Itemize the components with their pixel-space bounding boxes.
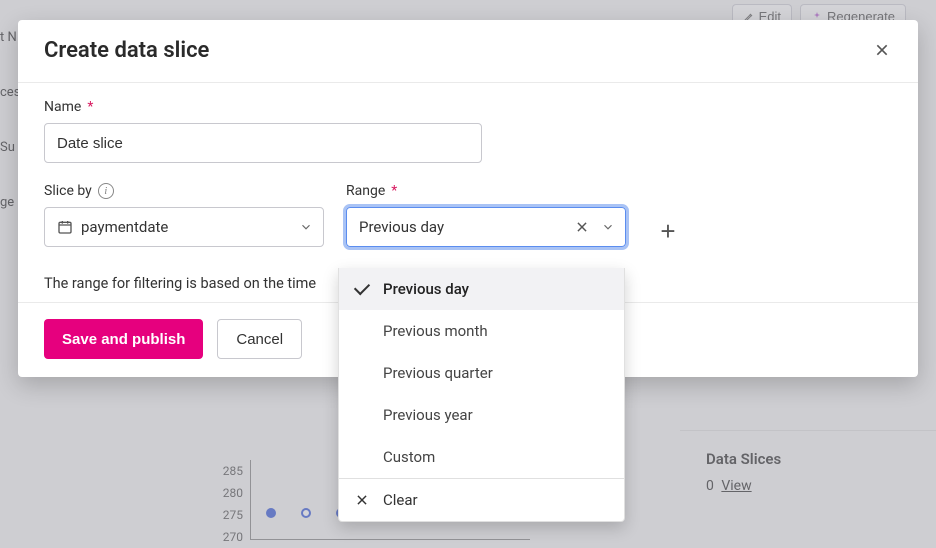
name-input[interactable] [44, 123, 482, 163]
plus-icon: + [660, 216, 675, 247]
range-dropdown: Previous day Previous month Previous qua… [338, 268, 625, 522]
dropdown-clear[interactable]: Clear [339, 479, 624, 521]
dropdown-option-custom[interactable]: Custom [339, 436, 624, 478]
modal-title: Create data slice [44, 38, 209, 63]
dropdown-option-previous-quarter[interactable]: Previous quarter [339, 352, 624, 394]
dropdown-option-previous-day[interactable]: Previous day [339, 268, 624, 310]
chevron-down-icon [601, 220, 615, 234]
chevron-down-icon [299, 220, 313, 234]
slice-by-value: paymentdate [81, 218, 168, 236]
dropdown-option-previous-month[interactable]: Previous month [339, 310, 624, 352]
close-icon [355, 493, 369, 507]
slice-by-select[interactable]: paymentdate [44, 207, 324, 247]
save-and-publish-button[interactable]: Save and publish [44, 319, 203, 359]
info-icon[interactable]: i [98, 183, 114, 199]
dropdown-option-previous-year[interactable]: Previous year [339, 394, 624, 436]
slice-by-label: Slice by i [44, 183, 324, 199]
name-label: Name* [44, 99, 892, 115]
close-icon [874, 42, 890, 58]
range-value: Previous day [359, 218, 444, 236]
cancel-button[interactable]: Cancel [217, 319, 302, 359]
range-select[interactable]: Previous day [346, 207, 626, 247]
clear-range-icon[interactable] [575, 220, 589, 234]
calendar-icon [57, 219, 73, 235]
close-button[interactable] [868, 36, 896, 64]
range-label: Range* [346, 183, 626, 199]
add-range-button[interactable]: + [648, 211, 688, 251]
